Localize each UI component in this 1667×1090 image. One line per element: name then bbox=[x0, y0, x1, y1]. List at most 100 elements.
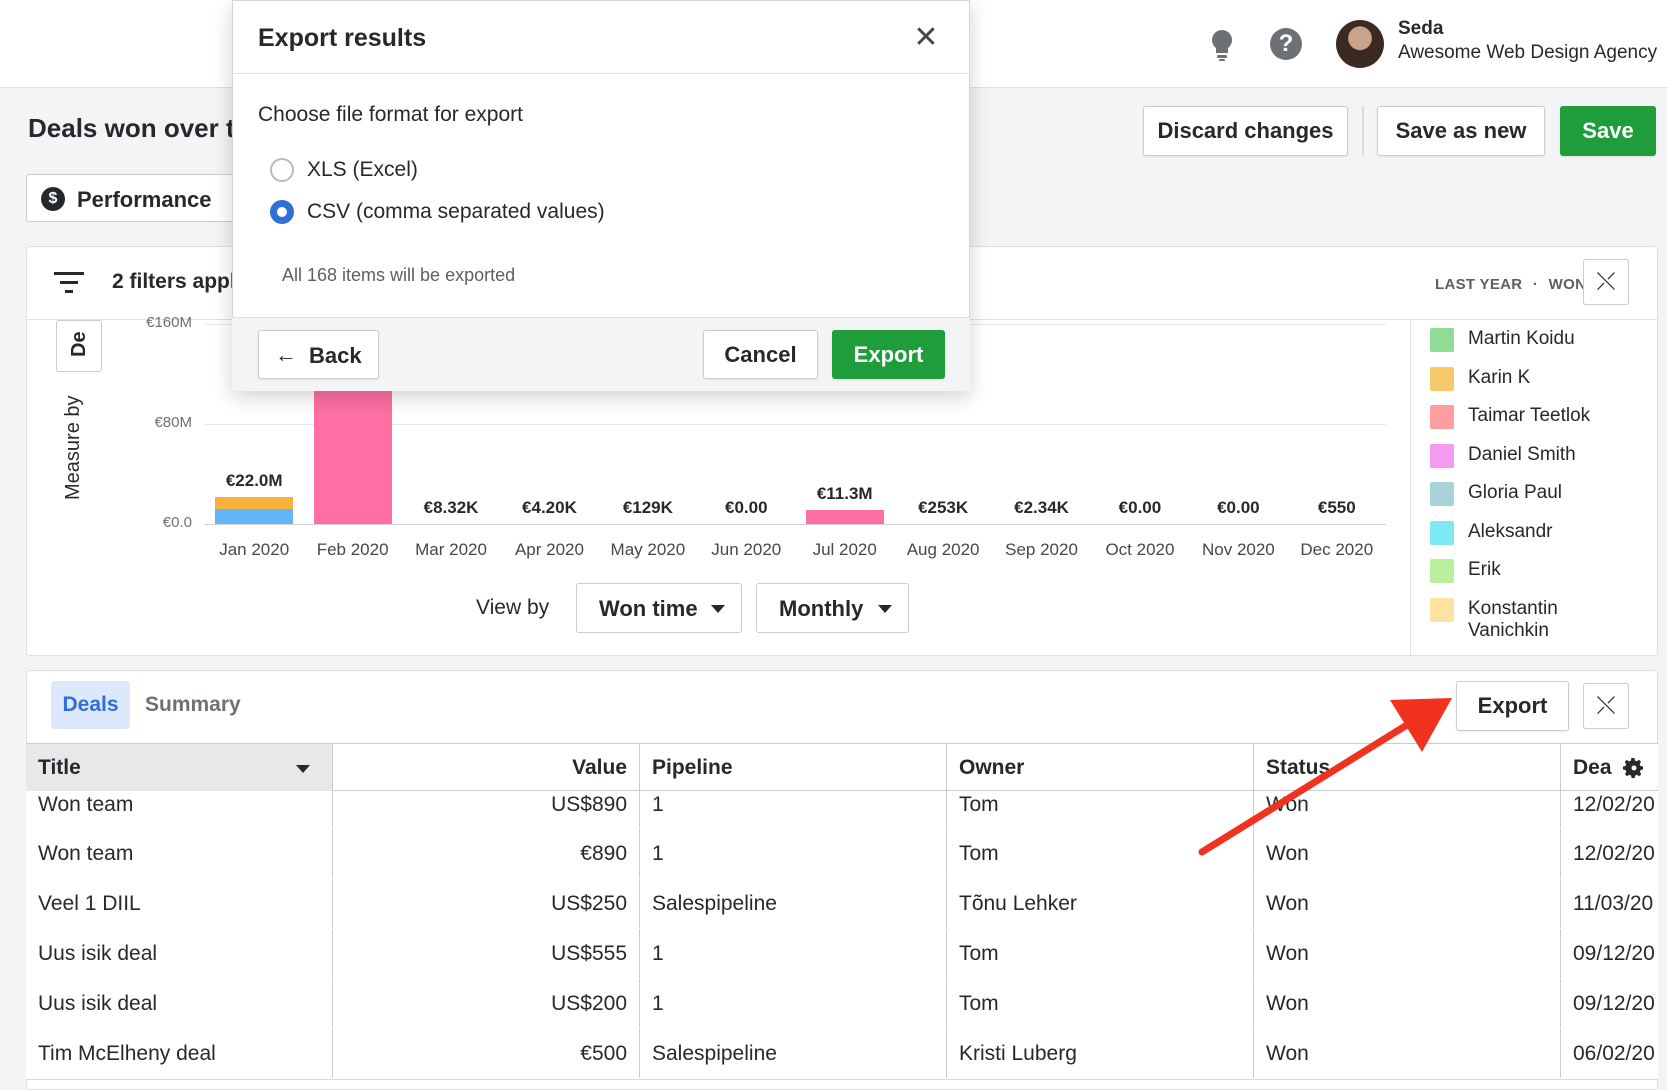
save-as-new-button[interactable]: Save as new bbox=[1377, 106, 1545, 156]
cell-pipeline: 1 bbox=[640, 929, 947, 978]
legend-item-label[interactable]: Aleksandr bbox=[1468, 521, 1553, 543]
cell-status: Won bbox=[1254, 979, 1561, 1028]
sort-desc-icon bbox=[296, 765, 310, 773]
column-header-pipeline[interactable]: Pipeline bbox=[640, 744, 947, 792]
legend-swatch bbox=[1430, 520, 1454, 545]
cell-owner: Tom bbox=[947, 929, 1254, 978]
bar-value-label: €0.00 bbox=[1217, 498, 1260, 517]
save-button[interactable]: Save bbox=[1560, 106, 1656, 156]
column-date-label: Dea bbox=[1573, 756, 1612, 779]
user-organization: Awesome Web Design Agency bbox=[1398, 42, 1658, 63]
gear-icon[interactable] bbox=[1622, 756, 1646, 780]
bar-value-label: €0.00 bbox=[725, 498, 768, 517]
cell-pipeline: 1 bbox=[640, 791, 947, 828]
cell-pipeline: 1 bbox=[640, 829, 947, 878]
bar-value-label: €129K bbox=[622, 497, 673, 517]
bar-value-label: €253K bbox=[918, 497, 969, 517]
cell-title[interactable]: Won team bbox=[26, 829, 333, 878]
x-tick-label: Aug 2020 bbox=[906, 540, 980, 559]
interval-dropdown[interactable]: Monthly bbox=[756, 583, 909, 633]
cell-owner: Tom bbox=[947, 979, 1254, 1028]
cell-title[interactable]: Tim McElheny deal bbox=[26, 1029, 333, 1078]
legend-item-label[interactable]: Taimar Teetlok bbox=[1468, 405, 1590, 427]
legend-swatch bbox=[1430, 482, 1454, 506]
bar-value-label: €0.00 bbox=[1118, 498, 1162, 517]
bar-value-label: €8.32K bbox=[423, 497, 479, 517]
legend-divider bbox=[1410, 320, 1411, 656]
close-icon[interactable]: ✕ bbox=[908, 20, 944, 56]
discard-changes-button[interactable]: Discard changes bbox=[1143, 106, 1348, 156]
cell-owner: Kristi Luberg bbox=[947, 1029, 1254, 1078]
dialog-prompt: Choose file format for export bbox=[258, 103, 523, 126]
report-type-dropdown[interactable]: $ Performance bbox=[26, 174, 248, 222]
bar-value-label: €11.3M bbox=[816, 483, 873, 503]
filter-icon[interactable] bbox=[54, 270, 84, 294]
annotation-arrow bbox=[1198, 698, 1452, 856]
table-row[interactable]: Tim McElheny deal €500 Salespipeline Kristi… bbox=[26, 1029, 1658, 1080]
x-tick-label: Apr 2020 bbox=[514, 540, 584, 559]
tab-summary[interactable]: Summary bbox=[145, 693, 241, 717]
column-header-title[interactable]: Title bbox=[26, 744, 333, 792]
table-row[interactable]: Uus isik deal US$200 1 Tom Won 09/12/20 bbox=[26, 979, 1658, 1030]
divider bbox=[1362, 106, 1364, 156]
cell-title[interactable]: Won team bbox=[26, 791, 333, 828]
cell-status: Won bbox=[1254, 929, 1561, 978]
x-tick-label: Jan 2020 bbox=[219, 540, 290, 559]
legend-item-label[interactable]: Karin K bbox=[1468, 367, 1530, 389]
x-tick-label: Feb 2020 bbox=[316, 540, 389, 559]
arrow-left-icon: ← bbox=[275, 342, 297, 367]
radio-xls[interactable] bbox=[270, 158, 294, 182]
view-by-label: View by bbox=[476, 596, 550, 619]
cell-pipeline: 1 bbox=[640, 979, 947, 1028]
dialog-title: Export results bbox=[258, 24, 427, 52]
legend-swatch bbox=[1430, 559, 1454, 583]
cell-title[interactable]: Uus isik deal bbox=[26, 979, 333, 1028]
filter-summary-status: WON bbox=[1548, 276, 1587, 293]
cell-date: 09/12/20 bbox=[1573, 992, 1655, 1015]
filter-summary: LAST YEAR · WON bbox=[1435, 276, 1586, 293]
collapse-filters-button[interactable]: ⤬ bbox=[1583, 259, 1629, 305]
x-tick-label: Sep 2020 bbox=[1005, 540, 1078, 559]
avatar[interactable] bbox=[1336, 20, 1384, 68]
y-tick-label: €0.0 bbox=[162, 514, 192, 531]
filter-summary-period: LAST YEAR bbox=[1435, 276, 1523, 293]
radio-csv[interactable] bbox=[270, 200, 294, 224]
cell-pipeline: Salespipeline bbox=[640, 1029, 947, 1078]
x-tick-label: Mar 2020 bbox=[415, 540, 487, 559]
lightbulb-icon[interactable] bbox=[1208, 28, 1236, 62]
user-name: Seda bbox=[1398, 18, 1444, 39]
column-header-value[interactable]: Value bbox=[333, 744, 640, 792]
column-title-label: Title bbox=[38, 756, 81, 779]
measure-by-dropdown[interactable]: De bbox=[56, 320, 102, 372]
tab-deals[interactable]: Deals bbox=[51, 681, 130, 729]
legend-item-label[interactable]: Erik bbox=[1468, 559, 1501, 581]
cancel-button[interactable]: Cancel bbox=[703, 330, 818, 379]
collapse-table-button[interactable]: ⤬ bbox=[1583, 683, 1629, 729]
legend-item-label[interactable]: Konstantin Vanichkin bbox=[1468, 598, 1598, 644]
legend-swatch bbox=[1430, 328, 1454, 352]
report-type-label: Performance bbox=[77, 187, 212, 212]
legend-item-label[interactable]: Martin Koidu bbox=[1468, 328, 1575, 350]
cell-status: Won bbox=[1254, 879, 1561, 928]
back-button[interactable]: ← Back bbox=[258, 330, 379, 379]
legend-item-label[interactable]: Gloria Paul bbox=[1468, 482, 1562, 504]
dialog-export-button[interactable]: Export bbox=[832, 330, 945, 379]
legend-swatch bbox=[1430, 597, 1454, 622]
radio-csv-label[interactable]: CSV (comma separated values) bbox=[307, 200, 605, 224]
y-tick-label: €80M bbox=[154, 414, 192, 431]
cell-value: €500 bbox=[333, 1029, 640, 1078]
table-row[interactable]: Veel 1 DIIL US$250 Salespipeline Tõnu Lehke… bbox=[26, 879, 1658, 930]
bar-value-label: €2.34K bbox=[1014, 497, 1069, 517]
legend-swatch bbox=[1430, 405, 1454, 429]
cell-title[interactable]: Veel 1 DIIL bbox=[26, 879, 333, 928]
cell-title[interactable]: Uus isik deal bbox=[26, 929, 333, 978]
table-row[interactable]: Uus isik deal US$555 1 Tom Won 09/12/20 bbox=[26, 929, 1658, 980]
cell-date: 11/03/20 bbox=[1573, 892, 1654, 915]
cell-value: US$250 bbox=[333, 879, 640, 928]
bar-segment bbox=[215, 509, 294, 524]
radio-xls-label[interactable]: XLS (Excel) bbox=[307, 158, 418, 182]
legend-item-label[interactable]: Daniel Smith bbox=[1468, 444, 1576, 466]
help-icon[interactable]: ? bbox=[1270, 28, 1302, 60]
view-by-field-dropdown[interactable]: Won time bbox=[576, 583, 742, 633]
export-button[interactable]: Export bbox=[1456, 681, 1569, 731]
